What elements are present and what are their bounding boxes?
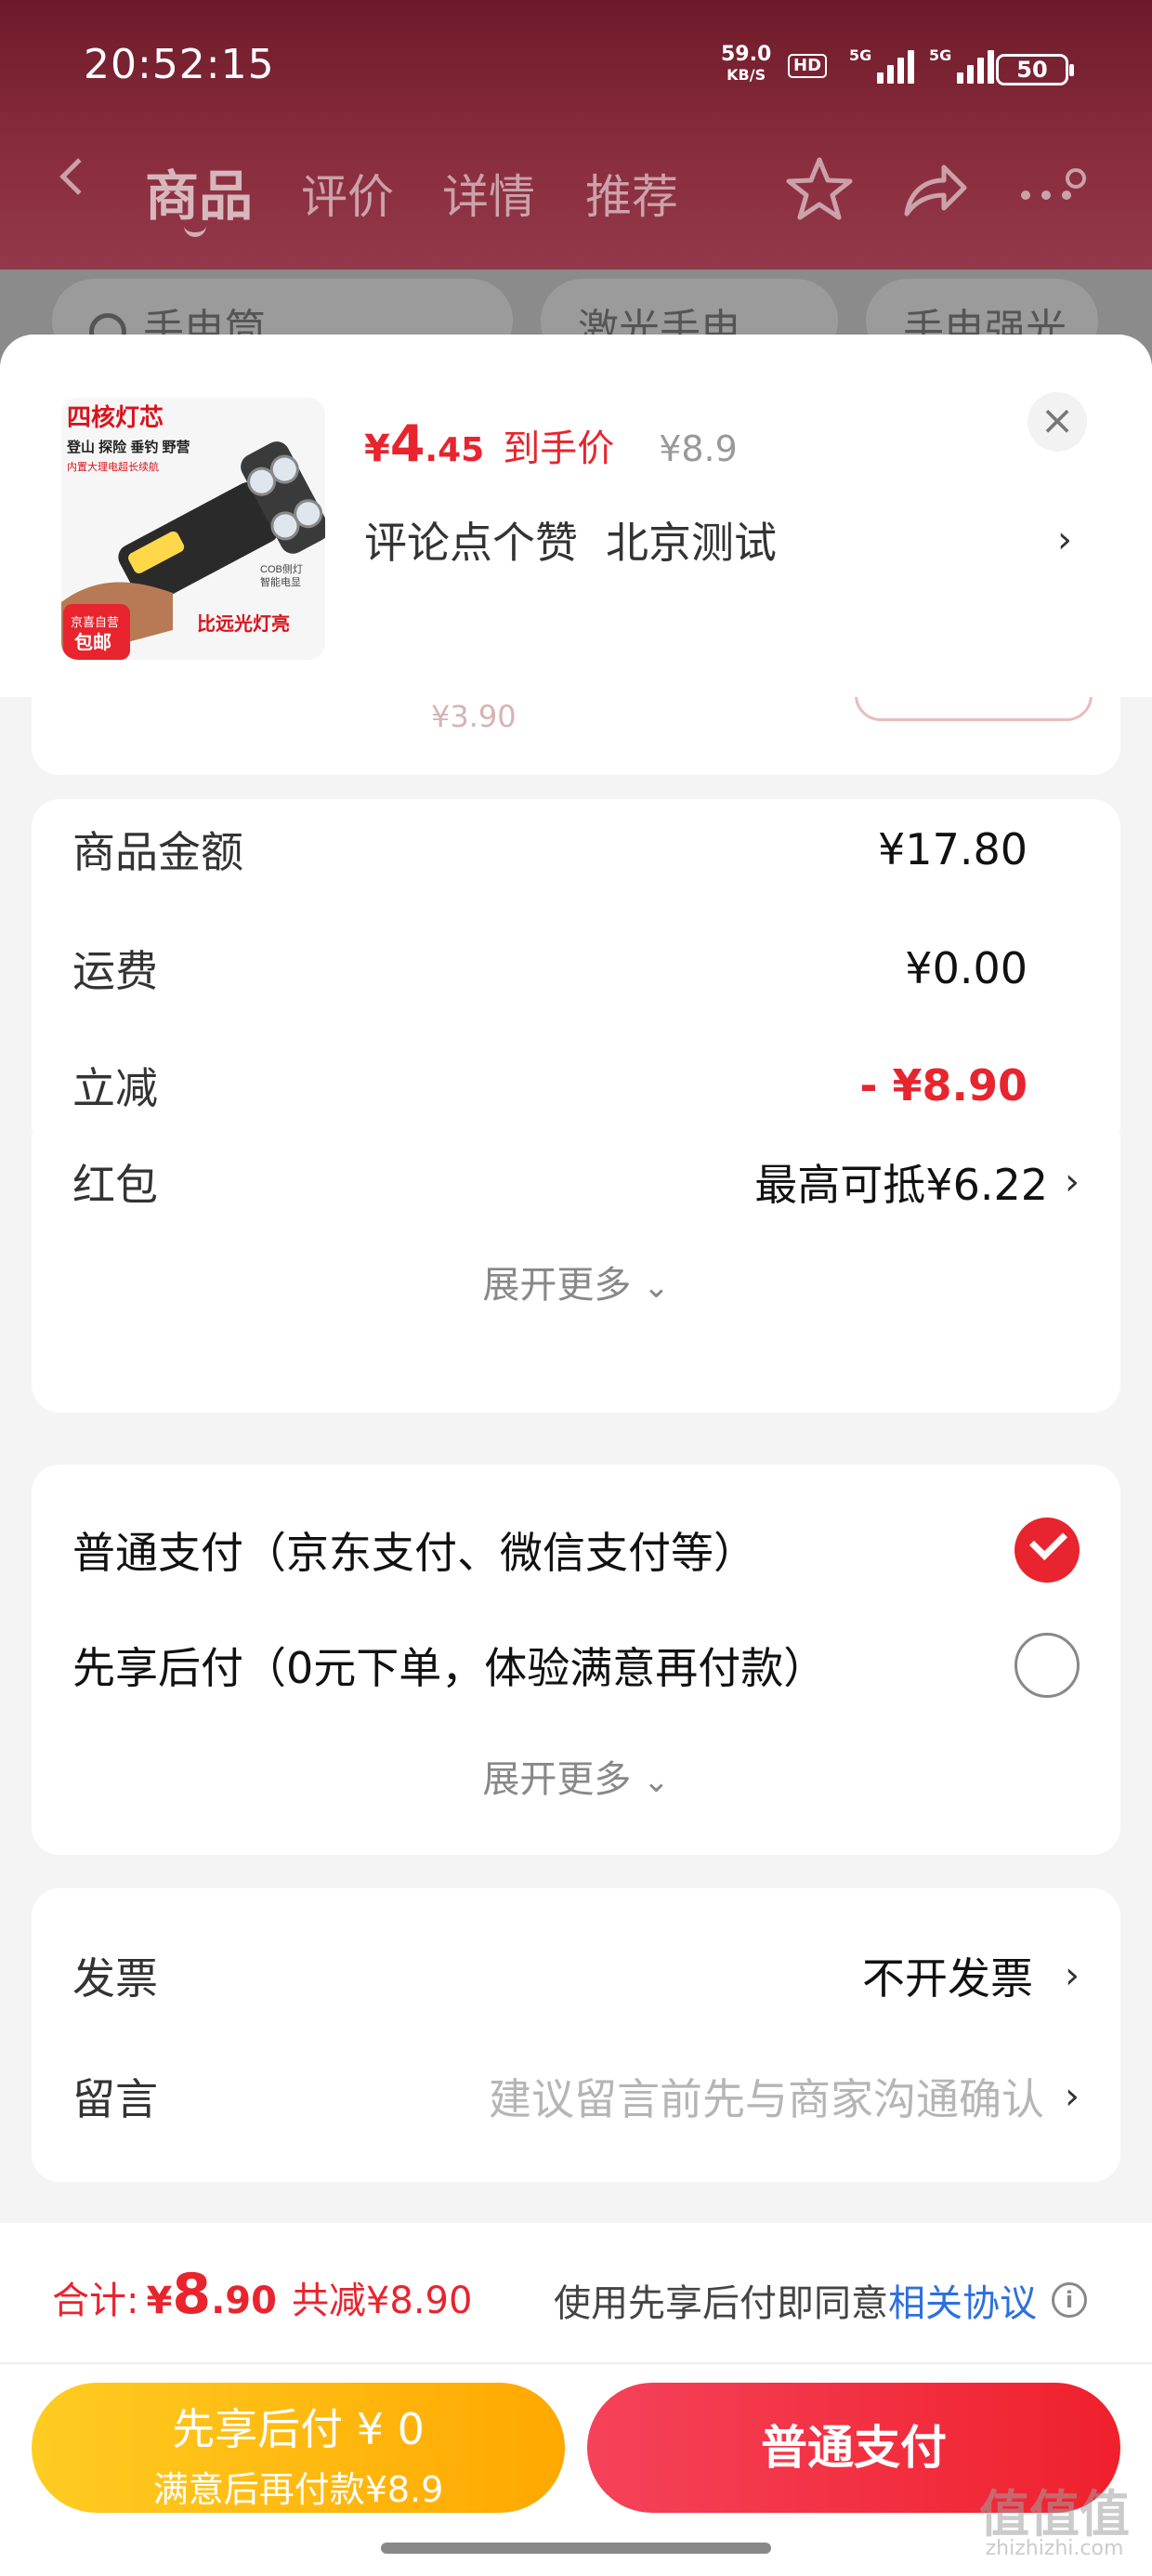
amount-breakdown-card: 商品金额 ¥17.80 运费 ¥0.00 立减 - ¥8.90	[32, 799, 1120, 1152]
amount-value: - ¥8.90	[859, 1060, 1028, 1111]
invoice-value: 不开发票	[862, 1953, 1033, 2004]
expand-more-amounts[interactable]: 展开更多 ⌄	[32, 1255, 1120, 1308]
amount-value: ¥17.80	[878, 824, 1028, 874]
price-integer: 4	[389, 414, 425, 473]
product-summary: 四核灯芯 登山 探险 垂钓 野营 内置大理电超长续航 COB侧灯 智能电显 比远…	[0, 335, 1152, 697]
svg-text:比远光灯亮: 比远光灯亮	[197, 612, 290, 635]
svg-text:登山 探险 垂钓 野营: 登山 探险 垂钓 野营	[66, 439, 190, 455]
final-price-label: 到手价	[503, 427, 615, 470]
sim1-network-label: 5G	[849, 46, 872, 64]
invoice-row[interactable]: 发票 不开发票 ›	[72, 1939, 1080, 2013]
expand-more-label: 展开更多	[482, 1758, 632, 1801]
chevron-down-icon: ⌄	[643, 1268, 670, 1306]
amount-row-redpacket[interactable]: 红包 最高可抵¥6.22 ›	[72, 1145, 1080, 1219]
order-total: 合计: ¥ 8 .90 共减¥8.90	[52, 2262, 472, 2327]
chevron-right-icon: ›	[1065, 1954, 1080, 1997]
battery-icon: 50	[996, 54, 1074, 85]
faded-price-text: ¥3.90	[431, 699, 517, 734]
payment-option-label: 先享后付（0元下单，体验满意再付款）	[72, 1643, 827, 1693]
hd-voice-icon: HD	[788, 54, 828, 78]
agreement-link[interactable]: 相关协议	[888, 2273, 1037, 2327]
product-spec-selector[interactable]: 评论点个赞 北京测试	[364, 509, 777, 571]
svg-text:京喜自营: 京喜自营	[71, 615, 119, 629]
amount-label: 运费	[72, 946, 158, 996]
total-integer: 8	[172, 2262, 212, 2327]
amount-value: ¥0.00	[905, 943, 1028, 993]
agreement-text: 使用先享后付即同意	[554, 2282, 888, 2325]
status-bar: 20:52:15 59.0 KB/S HD 5G 5G 50	[0, 0, 1152, 139]
network-speed-value: 59.0	[721, 43, 772, 66]
product-price: ¥ 4 .45 到手价 ¥8.9	[364, 414, 738, 473]
message-input[interactable]: 建议留言前先与商家沟通确认	[489, 2066, 1044, 2127]
total-decimal: .90	[211, 2280, 277, 2322]
invoice-label: 发票	[72, 1953, 158, 2004]
product-navbar: 商品 评价 详情 推荐	[0, 139, 1152, 242]
sim2-network-label: 5G	[929, 46, 952, 64]
checkbox-unchecked-icon[interactable]	[1015, 1633, 1080, 1698]
amount-row-goods: 商品金额 ¥17.80	[72, 812, 1080, 887]
amount-row-shipping: 运费 ¥0.00	[72, 931, 1080, 1005]
star-icon[interactable]	[782, 152, 857, 227]
pay-later-subtitle: 满意后再付款¥8.9	[152, 2469, 444, 2510]
tab-details[interactable]: 详情	[442, 160, 535, 227]
tab-recommend[interactable]: 推荐	[585, 160, 678, 227]
close-button[interactable]: ×	[1028, 392, 1087, 452]
amount-label: 商品金额	[72, 827, 243, 877]
pay-later-button[interactable]: 先享后付 ¥ 0 满意后再付款¥8.9	[32, 2383, 565, 2513]
invoice-message-card: 发票 不开发票 › 留言 建议留言前先与商家沟通确认 ›	[32, 1888, 1120, 2182]
tab-product[interactable]: 商品	[145, 152, 253, 237]
divider	[0, 2362, 1152, 2364]
pay-later-title: 先享后付 ¥ 0	[172, 2404, 425, 2454]
info-icon[interactable]: i	[1052, 2282, 1087, 2318]
total-saving: 共减¥8.90	[291, 2280, 473, 2322]
chevron-right-icon: ›	[1065, 2075, 1080, 2118]
original-price: ¥8.9	[659, 428, 738, 469]
network-speed: 59.0 KB/S	[721, 45, 771, 85]
watermark-logo: 值值值 zhizhizhi.com	[979, 2490, 1130, 2560]
payment-option-pay-later[interactable]: 先享后付（0元下单，体验满意再付款）	[72, 1628, 1080, 1702]
message-row[interactable]: 留言 建议留言前先与商家沟通确认 ›	[72, 2059, 1080, 2134]
payment-method-card: 普通支付（京东支付、微信支付等） 先享后付（0元下单，体验满意再付款） 展开更多…	[32, 1465, 1120, 1855]
expand-more-payments[interactable]: 展开更多 ⌄	[32, 1749, 1120, 1803]
svg-text:COB侧灯: COB侧灯	[260, 563, 303, 575]
chevron-down-icon: ⌄	[643, 1763, 670, 1800]
payment-option-standard[interactable]: 普通支付（京东支付、微信支付等）	[72, 1513, 1080, 1587]
home-indicator[interactable]	[381, 2543, 771, 2554]
amount-label: 红包	[72, 1160, 158, 1210]
amount-row-discount: 立减 - ¥8.90	[72, 1048, 1080, 1123]
svg-text:四核灯芯: 四核灯芯	[67, 403, 164, 431]
total-currency: ¥	[146, 2280, 173, 2322]
share-icon[interactable]	[897, 152, 972, 227]
status-time: 20:52:15	[84, 41, 275, 88]
svg-text:包邮: 包邮	[74, 631, 111, 653]
more-icon[interactable]	[1013, 152, 1087, 227]
watermark-text: 值值值	[979, 2485, 1130, 2543]
tab-reviews[interactable]: 评价	[301, 160, 394, 227]
amount-value: 最高可抵¥6.22	[754, 1160, 1048, 1210]
svg-text:内置大理电超长续航: 内置大理电超长续航	[67, 460, 159, 473]
flashlight-product-image: 四核灯芯 登山 探险 垂钓 野营 内置大理电超长续航 COB侧灯 智能电显 比远…	[61, 398, 325, 660]
chevron-right-icon: ›	[1065, 1161, 1080, 1203]
spec-option-2: 北京测试	[606, 518, 777, 568]
price-currency: ¥	[364, 427, 390, 470]
agreement-notice: 使用先享后付即同意 相关协议 i	[554, 2273, 1087, 2327]
price-decimal: .45	[425, 431, 485, 469]
chevron-right-icon[interactable]: ›	[1057, 519, 1072, 561]
message-label: 留言	[72, 2074, 158, 2124]
watermark-domain: zhizhizhi.com	[985, 2537, 1124, 2560]
network-speed-unit: KB/S	[727, 66, 766, 84]
checkbox-checked-icon[interactable]	[1015, 1518, 1080, 1583]
svg-text:智能电显: 智能电显	[260, 575, 301, 588]
amount-breakdown-card-lower: 红包 最高可抵¥6.22 › 展开更多 ⌄	[32, 1134, 1120, 1413]
amount-label: 立减	[72, 1063, 158, 1113]
back-icon[interactable]	[59, 158, 97, 195]
total-label: 合计:	[52, 2280, 139, 2322]
signal-icon-sim2: 5G	[929, 46, 995, 84]
spec-option-1: 评论点个赞	[364, 518, 578, 568]
product-thumbnail: 四核灯芯 登山 探险 垂钓 野营 内置大理电超长续航 COB侧灯 智能电显 比远…	[61, 398, 325, 660]
expand-more-label: 展开更多	[482, 1264, 632, 1307]
signal-icon-sim1: 5G	[849, 46, 915, 84]
payment-option-label: 普通支付（京东支付、微信支付等）	[72, 1528, 756, 1578]
